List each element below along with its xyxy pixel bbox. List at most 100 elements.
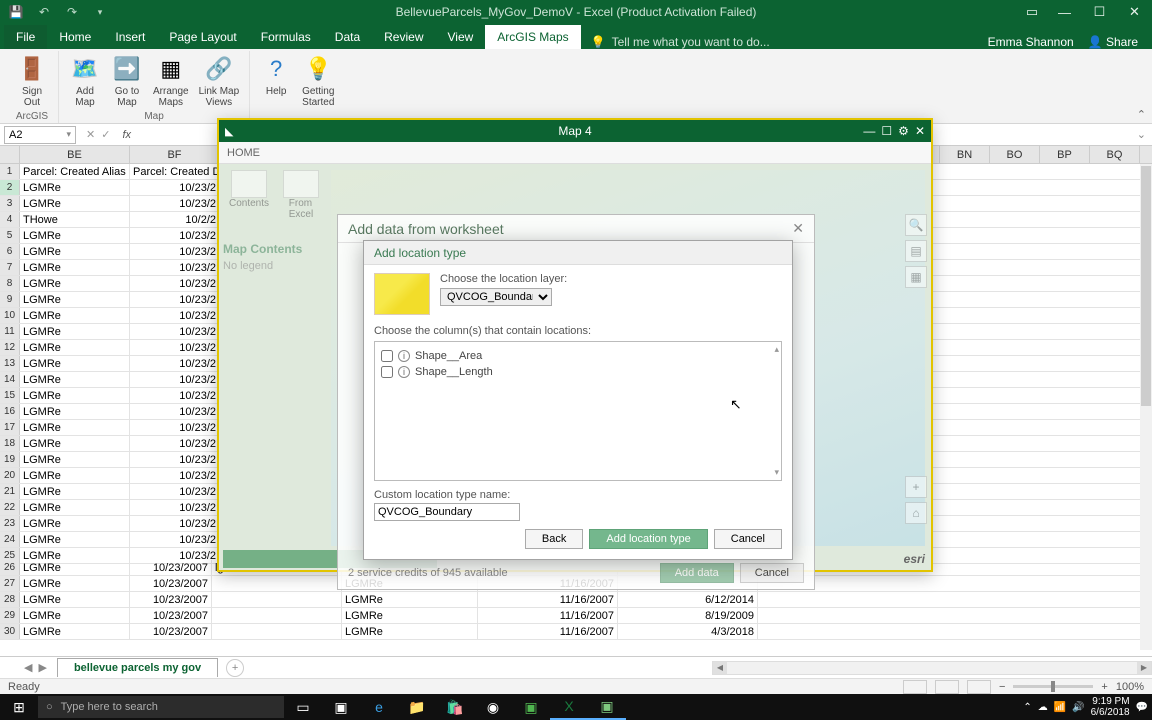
column-header[interactable]: BQ: [1090, 146, 1140, 163]
map-close-icon[interactable]: ✕: [915, 124, 925, 138]
enter-formula-icon[interactable]: ✓: [101, 128, 110, 141]
select-all-corner[interactable]: [0, 146, 20, 163]
share-button[interactable]: 👤 Share: [1088, 35, 1138, 49]
volume-icon[interactable]: 🔊: [1072, 702, 1084, 713]
camtasia-icon[interactable]: ▣: [588, 694, 626, 720]
info-icon[interactable]: i: [398, 366, 410, 378]
column-header[interactable]: BO: [990, 146, 1040, 163]
column-header[interactable]: BF: [130, 146, 220, 163]
tab-page-layout[interactable]: Page Layout: [157, 25, 248, 49]
name-box[interactable]: A2: [4, 126, 76, 144]
contents-button[interactable]: Contents: [226, 170, 272, 220]
add-data-cancel-button[interactable]: Cancel: [740, 563, 804, 583]
user-name[interactable]: Emma Shannon: [988, 35, 1074, 49]
custom-name-input[interactable]: [374, 503, 520, 521]
redo-icon[interactable]: ↷: [62, 2, 82, 22]
add-location-type-button[interactable]: Add location type: [589, 529, 707, 549]
getting-started-button[interactable]: 💡 Getting Started: [298, 51, 338, 110]
explorer-icon[interactable]: 📁: [398, 694, 436, 720]
task-view-icon[interactable]: ▭: [284, 694, 322, 720]
columns-list[interactable]: i Shape__Area i Shape__Length ▴ ▾: [374, 341, 782, 481]
ribbon-options-icon[interactable]: ▭: [1017, 0, 1047, 24]
location-layer-select[interactable]: QVCOG_Boundary: [440, 288, 552, 306]
map-layers-icon[interactable]: ▤: [905, 240, 927, 262]
column-item[interactable]: i Shape__Length: [381, 364, 775, 380]
link-map-views-button[interactable]: 🔗 Link Map Views: [195, 51, 244, 110]
tray-up-icon[interactable]: ⌃: [1023, 702, 1031, 713]
info-icon[interactable]: i: [398, 350, 410, 362]
column-header[interactable]: BN: [940, 146, 990, 163]
vertical-scrollbar[interactable]: [1140, 164, 1152, 650]
taskbar-app-icon[interactable]: ▣: [322, 694, 360, 720]
horizontal-scrollbar[interactable]: [712, 661, 1152, 675]
excel-taskbar-icon[interactable]: X: [550, 694, 588, 720]
tab-view[interactable]: View: [436, 25, 486, 49]
back-button[interactable]: Back: [525, 529, 583, 549]
start-button[interactable]: ⊞: [0, 694, 38, 720]
map-back-icon[interactable]: ◣: [225, 125, 233, 138]
scroll-up-icon[interactable]: ▴: [774, 344, 779, 355]
zoom-in-icon[interactable]: +: [1101, 681, 1107, 693]
maximize-icon[interactable]: ☐: [1082, 0, 1117, 24]
map-panel-titlebar[interactable]: ◣ Map 4 ― ☐ ⚙ ✕: [219, 120, 931, 142]
tab-insert[interactable]: Insert: [103, 25, 157, 49]
add-data-button[interactable]: Add data: [660, 563, 734, 583]
add-map-button[interactable]: 🗺️ Add Map: [65, 51, 105, 110]
tab-data[interactable]: Data: [323, 25, 372, 49]
tab-arcgis-maps[interactable]: ArcGIS Maps: [485, 25, 580, 49]
cancel-formula-icon[interactable]: ✕: [86, 128, 95, 141]
tab-formulas[interactable]: Formulas: [249, 25, 323, 49]
notifications-icon[interactable]: 💬: [1136, 702, 1148, 713]
zoom-slider[interactable]: [1013, 685, 1093, 688]
tab-review[interactable]: Review: [372, 25, 435, 49]
onedrive-icon[interactable]: ☁: [1038, 702, 1048, 713]
add-data-close-icon[interactable]: ✕: [792, 220, 804, 237]
column-checkbox[interactable]: [381, 366, 393, 378]
arrange-maps-button[interactable]: ▦ Arrange Maps: [149, 51, 193, 110]
scroll-down-icon[interactable]: ▾: [774, 467, 779, 478]
tab-home[interactable]: Home: [47, 25, 103, 49]
go-to-map-button[interactable]: ➡️ Go to Map: [107, 51, 147, 110]
close-icon[interactable]: ✕: [1117, 0, 1152, 24]
network-icon[interactable]: 📶: [1054, 702, 1066, 713]
page-layout-view-icon[interactable]: [935, 680, 959, 694]
map-home-tab[interactable]: HOME: [227, 147, 260, 159]
sign-out-button[interactable]: 🚪 Sign Out: [12, 51, 52, 110]
chrome-icon[interactable]: ◉: [474, 694, 512, 720]
zoom-level[interactable]: 100%: [1116, 681, 1144, 693]
map-search-icon[interactable]: 🔍: [905, 214, 927, 236]
from-excel-button[interactable]: From Excel: [278, 170, 324, 220]
collapse-ribbon-icon[interactable]: ⌃: [1137, 108, 1146, 121]
tell-me-search[interactable]: 💡 Tell me what you want to do...: [591, 35, 770, 49]
undo-icon[interactable]: ↶: [34, 2, 54, 22]
help-button[interactable]: ? Help: [256, 51, 296, 110]
column-header[interactable]: BE: [20, 146, 130, 163]
fx-icon[interactable]: fx: [122, 129, 131, 141]
expand-formula-icon[interactable]: ⌄: [1131, 128, 1152, 141]
qat-customize-icon[interactable]: ▾: [90, 2, 110, 22]
add-sheet-button[interactable]: +: [226, 659, 244, 677]
sheet-tab[interactable]: bellevue parcels my gov: [57, 658, 218, 677]
column-item[interactable]: i Shape__Area: [381, 348, 775, 364]
map-zoom-in-icon[interactable]: +: [905, 476, 927, 498]
map-basemap-icon[interactable]: ▦: [905, 266, 927, 288]
edge-icon[interactable]: e: [360, 694, 398, 720]
save-icon[interactable]: 💾: [6, 2, 26, 22]
map-maximize-icon[interactable]: ☐: [881, 124, 892, 138]
sheet-next-icon[interactable]: ▶: [38, 661, 46, 674]
column-checkbox[interactable]: [381, 350, 393, 362]
tray-clock[interactable]: 9:19 PM 6/6/2018: [1091, 696, 1130, 718]
column-header[interactable]: BP: [1040, 146, 1090, 163]
zoom-out-icon[interactable]: −: [999, 681, 1005, 693]
page-break-view-icon[interactable]: [967, 680, 991, 694]
minimize-icon[interactable]: ―: [1047, 0, 1082, 24]
map-home-icon[interactable]: ⌂: [905, 502, 927, 524]
sheet-prev-icon[interactable]: ◀: [24, 661, 32, 674]
taskbar-search[interactable]: ○ Type here to search: [38, 696, 284, 718]
tab-file[interactable]: File: [4, 25, 47, 49]
normal-view-icon[interactable]: [903, 680, 927, 694]
map-settings-icon[interactable]: ⚙: [898, 124, 909, 138]
notepad-icon[interactable]: ▣: [512, 694, 550, 720]
map-minimize-icon[interactable]: ―: [863, 124, 875, 138]
store-icon[interactable]: 🛍️: [436, 694, 474, 720]
